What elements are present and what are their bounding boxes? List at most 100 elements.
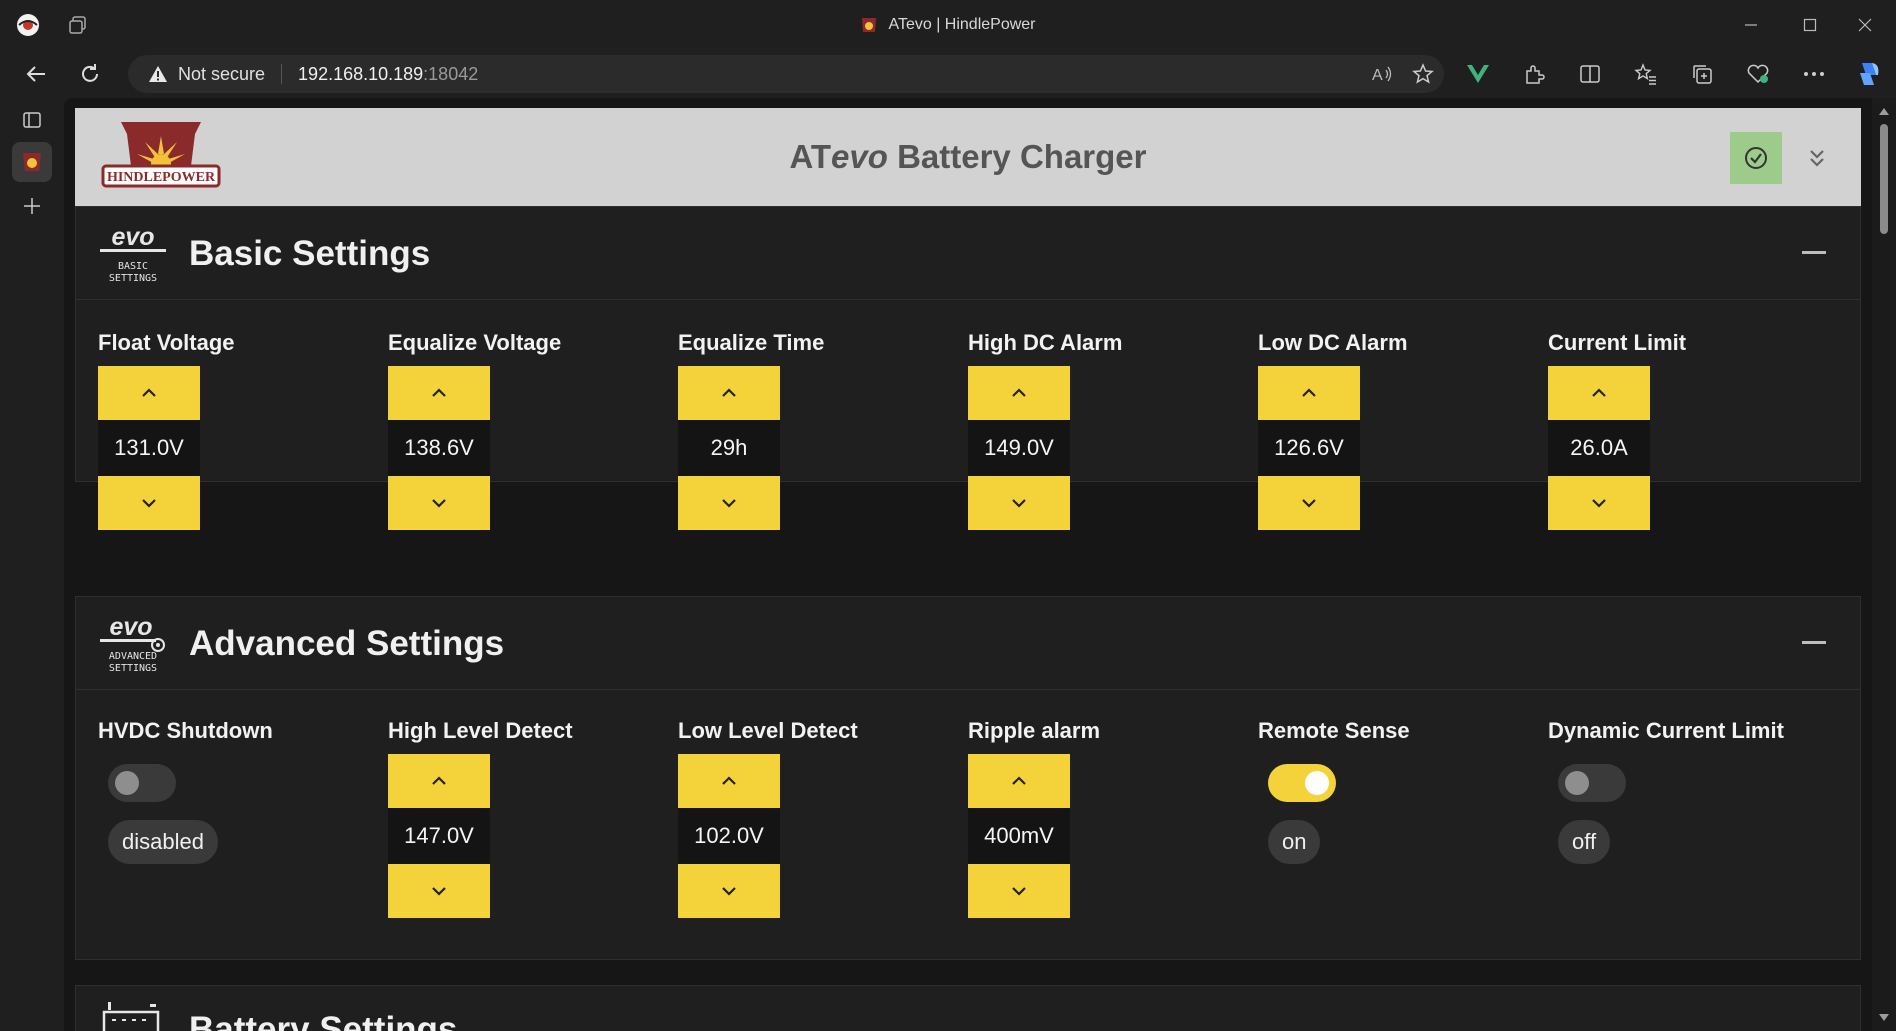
decrease-button[interactable] [968,864,1070,918]
dynamic-current-limit-toggle[interactable] [1558,764,1626,802]
chevron-up-icon [432,776,446,785]
tab-title-text: ATevo | HindlePower [888,16,1036,33]
chevron-down-icon [142,499,156,508]
scroll-down-icon[interactable] [1879,1014,1889,1021]
high-dc-alarm-setting: High DC Alarm 149.0V [968,328,1248,530]
page-title: AT evo Battery Charger [75,108,1861,206]
collapse-advanced-button[interactable] [1802,641,1826,644]
split-screen-icon[interactable] [1574,58,1606,90]
maximize-icon[interactable] [1783,0,1837,50]
decrease-button[interactable] [968,476,1070,530]
increase-button[interactable] [1548,366,1650,420]
url-port[interactable]: :18042 [423,64,478,85]
basic-settings-header[interactable]: evo BASIC SETTINGS Basic Settings [76,207,1860,300]
increase-button[interactable] [1258,366,1360,420]
decrease-button[interactable] [678,476,780,530]
chevron-down-icon [722,499,736,508]
save-settings-button[interactable] [1730,132,1782,184]
svg-text:A: A [1372,67,1383,84]
url-host[interactable]: 192.168.10.189 [298,64,423,85]
setting-label: Low Level Detect [678,718,858,743]
hvdc-shutdown-toggle[interactable] [108,764,176,802]
collapse-basic-button[interactable] [1802,251,1826,254]
setting-label: High DC Alarm [968,330,1123,355]
active-tab[interactable]: ATevo | HindlePower [0,0,1896,50]
advanced-settings-title: Advanced Settings [189,623,505,663]
security-label[interactable]: Not secure [178,64,265,85]
warning-icon[interactable] [148,65,168,83]
increase-button[interactable] [968,754,1070,808]
scroll-up-icon[interactable] [1879,108,1889,115]
decrease-button[interactable] [388,864,490,918]
vertical-tab-hindlepower[interactable] [12,142,52,182]
advanced-settings-panel: evo ADVANCED SETTINGS Advanced Settings … [75,596,1861,960]
collections-icon[interactable] [1686,58,1718,90]
dynamic-current-limit-state: off [1558,820,1611,864]
setting-label: Current Limit [1548,330,1687,355]
low-level-detect-setting: Low Level Detect 102.0V [678,716,958,918]
new-tab-icon[interactable] [12,186,52,226]
decrease-button[interactable] [98,476,200,530]
basic-settings-title: Basic Settings [189,233,431,273]
hvdc-shutdown-state: disabled [108,820,218,864]
float-voltage-value: 131.0V [98,420,200,476]
high-level-detect-value: 147.0V [388,808,490,864]
double-chevron-down-icon [1810,150,1824,167]
read-aloud-icon[interactable]: A [1372,64,1394,84]
browser-essentials-icon[interactable] [1742,58,1774,90]
equalize-time-value: 29h [678,420,780,476]
chevron-up-icon [722,776,736,785]
high-dc-alarm-value: 149.0V [968,420,1070,476]
svg-text:evo: evo [111,223,154,251]
expand-all-button[interactable] [1800,136,1834,180]
svg-text:ADVANCED: ADVANCED [109,651,157,662]
extensions-icon[interactable] [1518,58,1550,90]
float-voltage-setting: Float Voltage 131.0V [98,328,378,530]
more-options-icon[interactable] [1798,58,1830,90]
battery-settings-title: Battery Settings [189,1010,458,1031]
increase-button[interactable] [678,754,780,808]
title-evo: evo [831,138,888,175]
low-dc-alarm-value: 126.6V [1258,420,1360,476]
minimize-icon[interactable] [1724,0,1778,50]
increase-button[interactable] [388,366,490,420]
ripple-alarm-setting: Ripple alarm 400mV [968,716,1248,918]
favorites-icon[interactable] [1630,58,1662,90]
vue-devtools-icon[interactable] [1462,58,1494,90]
scrollbar-thumb[interactable] [1880,124,1888,234]
hindlepower-favicon-icon [862,18,877,32]
chevron-up-icon [142,388,156,397]
decrease-button[interactable] [388,476,490,530]
setting-label: Equalize Time [678,330,825,355]
decrease-button[interactable] [1548,476,1650,530]
evo-basic-settings-icon: evo BASIC SETTINGS [100,223,166,284]
battery-settings-icon [102,1002,160,1031]
chevron-up-icon [1012,388,1026,397]
refresh-icon[interactable] [72,56,108,92]
back-icon[interactable] [18,56,54,92]
increase-button[interactable] [388,754,490,808]
decrease-button[interactable] [1258,476,1360,530]
app-header: HINDLEPOWER AT evo Battery Charger [75,108,1861,206]
increase-button[interactable] [98,366,200,420]
toggle-knob [1565,771,1589,795]
tab-actions-icon[interactable] [12,100,52,140]
low-dc-alarm-setting: Low DC Alarm 126.6V [1258,328,1538,530]
copilot-icon[interactable] [1852,58,1884,90]
toggle-knob [115,771,139,795]
decrease-button[interactable] [678,864,780,918]
remote-sense-toggle[interactable] [1268,764,1336,802]
low-level-detect-value: 102.0V [678,808,780,864]
advanced-settings-header[interactable]: evo ADVANCED SETTINGS Advanced Settings [76,597,1860,690]
close-window-icon[interactable] [1838,0,1892,50]
favorite-star-icon[interactable] [1412,63,1434,85]
address-bar[interactable]: Not secure 192.168.10.189:18042 A [128,55,1444,93]
setting-label: HVDC Shutdown [98,718,273,743]
increase-button[interactable] [678,366,780,420]
page-scrollbar[interactable] [1872,98,1896,1031]
dynamic-current-limit-setting: Dynamic Current Limit off [1548,716,1828,864]
page-viewport: HINDLEPOWER AT evo Battery Charger evo BA… [64,98,1872,1031]
basic-settings-panel: evo BASIC SETTINGS Basic Settings Float … [75,206,1861,530]
hindlepower-tab-icon [23,153,41,171]
increase-button[interactable] [968,366,1070,420]
